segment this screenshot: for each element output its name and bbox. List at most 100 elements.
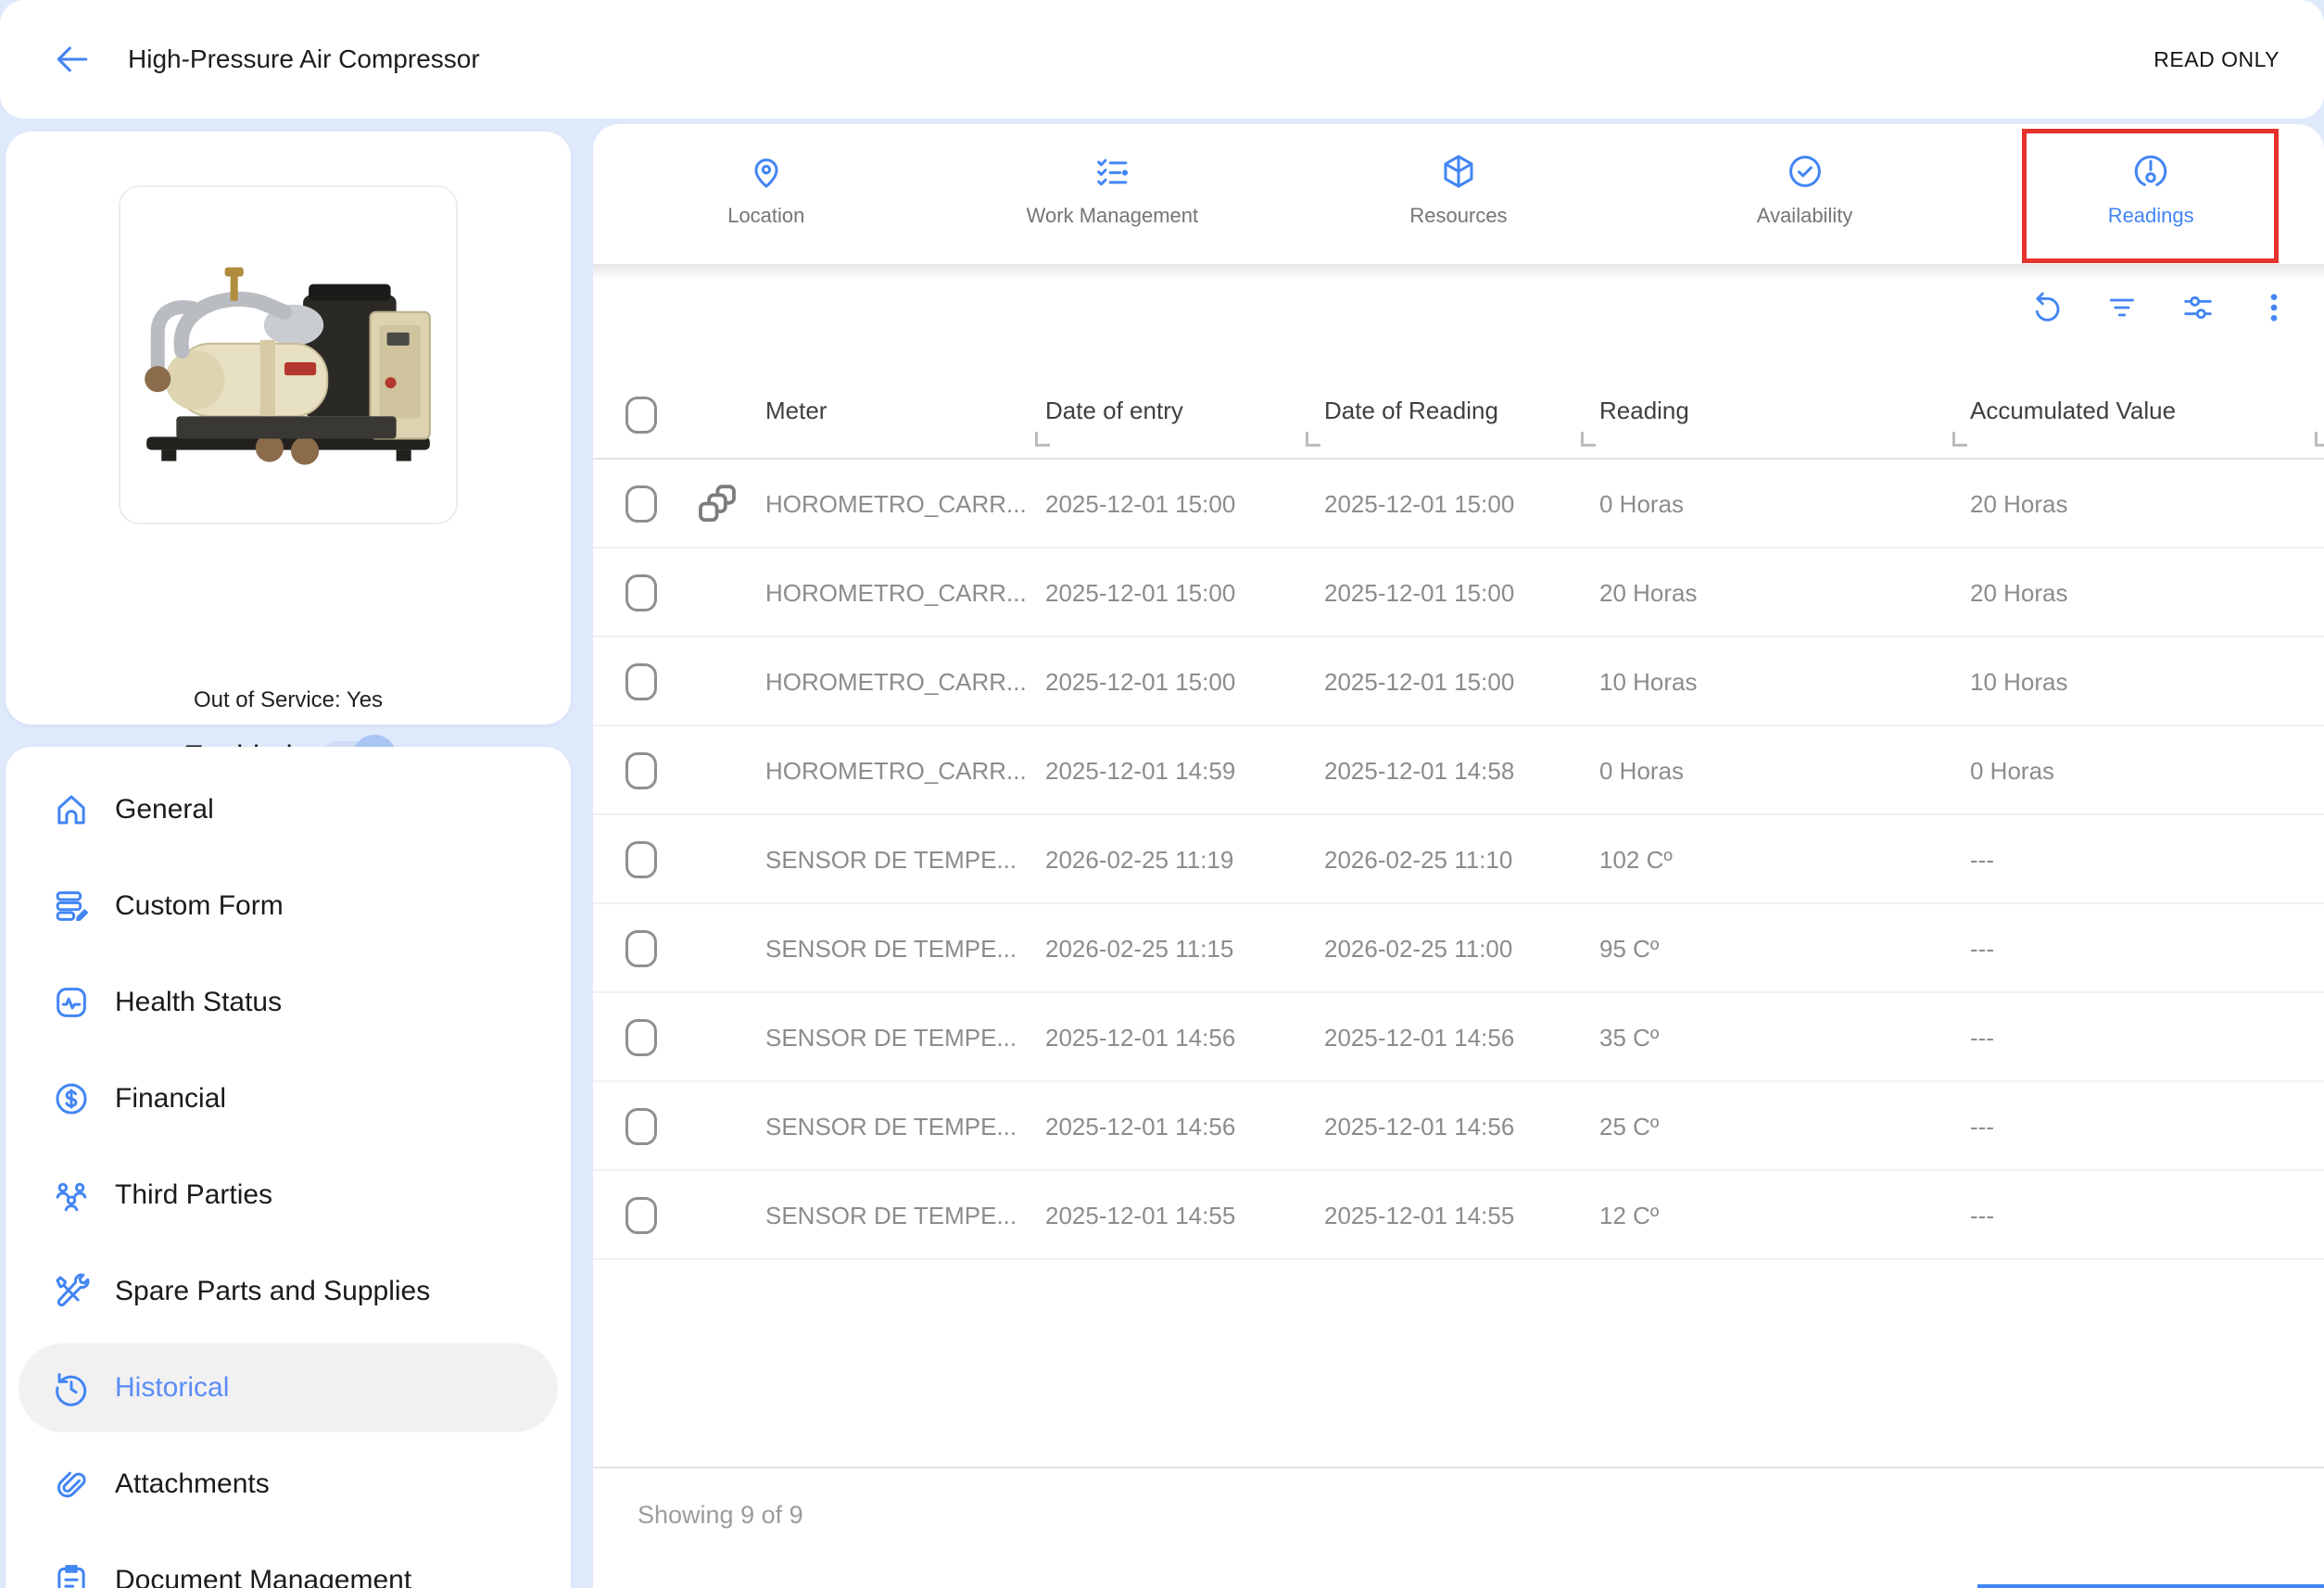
column-header-accumulated-value[interactable]: Accumulated Value bbox=[1970, 371, 2176, 460]
column-resize-handle[interactable] bbox=[1952, 432, 1967, 447]
cell-accumulated-value: 0 Horas bbox=[1970, 726, 2054, 815]
row-checkbox[interactable] bbox=[625, 1108, 657, 1145]
cell-date-of-reading: 2025-12-01 15:00 bbox=[1324, 460, 1514, 548]
column-header-meter[interactable]: Meter bbox=[765, 371, 827, 460]
app: High-Pressure Air Compressor READ ONLY bbox=[0, 0, 2324, 1588]
tab-label: Availability bbox=[1757, 204, 1853, 228]
sidebar-item-label: Document Management bbox=[115, 1565, 411, 1588]
back-button[interactable] bbox=[52, 39, 93, 80]
financial-icon bbox=[52, 1079, 91, 1118]
sidebar-item-health-status[interactable]: Health Status bbox=[19, 958, 558, 1047]
cell-date-of-entry: 2025-12-01 14:55 bbox=[1045, 1171, 1235, 1260]
table-row[interactable]: HOROMETRO_CARR...2025-12-01 14:592025-12… bbox=[593, 726, 2324, 815]
row-checkbox[interactable] bbox=[625, 574, 657, 611]
tab-location[interactable]: Location bbox=[593, 124, 940, 264]
row-checkbox[interactable] bbox=[625, 930, 657, 967]
column-resize-handle[interactable] bbox=[1306, 432, 1320, 447]
row-checkbox[interactable] bbox=[625, 1019, 657, 1056]
cell-accumulated-value: --- bbox=[1970, 904, 1994, 993]
location-pin-icon bbox=[747, 152, 786, 191]
sidebar-item-financial[interactable]: Financial bbox=[19, 1054, 558, 1143]
cell-date-of-reading: 2025-12-01 15:00 bbox=[1324, 637, 1514, 726]
sidebar-item-label: General bbox=[115, 794, 214, 826]
cell-meter: HOROMETRO_CARR... bbox=[765, 637, 1027, 726]
column-resize-handle[interactable] bbox=[2315, 432, 2324, 447]
tab-resources[interactable]: Resources bbox=[1285, 124, 1632, 264]
column-header-date-of-reading[interactable]: Date of Reading bbox=[1324, 371, 1498, 460]
table-row[interactable]: SENSOR DE TEMPE...2026-02-25 11:192026-0… bbox=[593, 815, 2324, 904]
active-tab-underline bbox=[1977, 1584, 2324, 1588]
sidebar-item-label: Custom Form bbox=[115, 890, 284, 922]
filter-button[interactable] bbox=[2103, 289, 2141, 326]
row-checkbox[interactable] bbox=[625, 841, 657, 878]
cell-meter: SENSOR DE TEMPE... bbox=[765, 1171, 1017, 1260]
health-status-icon bbox=[52, 983, 91, 1022]
refresh-button[interactable] bbox=[2027, 289, 2065, 326]
cell-accumulated-value: 20 Horas bbox=[1970, 548, 2068, 637]
cell-date-of-reading: 2026-02-25 11:00 bbox=[1324, 904, 1512, 993]
cell-accumulated-value: --- bbox=[1970, 815, 1994, 904]
table-header: Meter Date of entry Date of Reading Reading… bbox=[593, 371, 2324, 460]
cell-date-of-reading: 2025-12-01 14:56 bbox=[1324, 993, 1514, 1082]
cell-meter: HOROMETRO_CARR... bbox=[765, 726, 1027, 815]
cell-meter: HOROMETRO_CARR... bbox=[765, 548, 1027, 637]
cell-reading: 20 Horas bbox=[1599, 548, 1698, 637]
sidebar-item-custom-form[interactable]: Custom Form bbox=[19, 862, 558, 951]
cell-reading: 10 Horas bbox=[1599, 637, 1698, 726]
arrow-left-icon bbox=[52, 39, 93, 80]
cube-icon bbox=[1439, 152, 1478, 191]
table-row[interactable]: HOROMETRO_CARR...2025-12-01 15:002025-12… bbox=[593, 460, 2324, 548]
table-row[interactable]: SENSOR DE TEMPE...2025-12-01 14:562025-1… bbox=[593, 1082, 2324, 1171]
tab-strip-shadow bbox=[593, 266, 2324, 281]
asset-image bbox=[120, 187, 456, 523]
tab-availability[interactable]: Availability bbox=[1632, 124, 1978, 264]
tab-label: Readings bbox=[2108, 204, 2194, 228]
cell-accumulated-value: --- bbox=[1970, 993, 1994, 1082]
table-row[interactable]: SENSOR DE TEMPE...2026-02-25 11:152026-0… bbox=[593, 904, 2324, 993]
top-bar: High-Pressure Air Compressor READ ONLY bbox=[0, 0, 2324, 119]
tab-readings[interactable]: Readings bbox=[1977, 124, 2324, 264]
table-row[interactable]: SENSOR DE TEMPE...2025-12-01 14:562025-1… bbox=[593, 993, 2324, 1082]
sidebar-card: General Custom Form Health Status Financial… bbox=[6, 747, 571, 1588]
row-checkbox[interactable] bbox=[625, 663, 657, 700]
sliders-button[interactable] bbox=[2179, 289, 2217, 326]
asset-image-frame bbox=[119, 185, 458, 524]
cell-reading: 35 Cº bbox=[1599, 993, 1659, 1082]
row-checkbox[interactable] bbox=[625, 485, 657, 523]
out-of-service-text: Out of Service: Yes bbox=[6, 687, 571, 713]
sidebar-item-attachments[interactable]: Attachments bbox=[19, 1440, 558, 1529]
table-body: HOROMETRO_CARR... 2025-12-01 15:00 2025-12… bbox=[593, 460, 2324, 1260]
column-header-date-of-entry[interactable]: Date of entry bbox=[1045, 371, 1183, 460]
sidebar-item-spare-parts-and-supplies[interactable]: Spare Parts and Supplies bbox=[19, 1247, 558, 1336]
cell-date-of-entry: 2026-02-25 11:19 bbox=[1045, 815, 1233, 904]
asset-card: Out of Service: Yes Enabled bbox=[6, 132, 571, 725]
document-management-icon bbox=[52, 1561, 91, 1588]
table-row[interactable]: HOROMETRO_CARR...2025-12-01 15:002025-12… bbox=[593, 637, 2324, 726]
sidebar-item-third-parties[interactable]: Third Parties bbox=[19, 1151, 558, 1240]
sidebar-item-label: Financial bbox=[115, 1083, 226, 1115]
row-checkbox[interactable] bbox=[625, 752, 657, 789]
table-row[interactable]: HOROMETRO_CARR...2025-12-01 15:002025-12… bbox=[593, 548, 2324, 637]
cell-reading: 25 Cº bbox=[1599, 1082, 1659, 1171]
cell-date-of-reading: 2025-12-01 14:56 bbox=[1324, 1082, 1514, 1171]
table-row[interactable]: SENSOR DE TEMPE...2025-12-01 14:552025-1… bbox=[593, 1171, 2324, 1260]
sidebar-item-general[interactable]: General bbox=[19, 765, 558, 854]
cell-reading: 0 Horas bbox=[1599, 726, 1684, 815]
cell-date-of-entry: 2026-02-25 11:15 bbox=[1045, 904, 1233, 993]
column-resize-handle[interactable] bbox=[1581, 432, 1596, 447]
sidebar-item-label: Third Parties bbox=[115, 1179, 272, 1211]
select-all-checkbox[interactable] bbox=[625, 397, 657, 434]
main-card: Location Work Management Resources Availabi… bbox=[593, 124, 2324, 1588]
cell-accumulated-value: --- bbox=[1970, 1082, 1994, 1171]
linked-meter-icon bbox=[695, 482, 739, 526]
sidebar-item-historical[interactable]: Historical bbox=[19, 1343, 558, 1432]
sidebar-item-label: Spare Parts and Supplies bbox=[115, 1276, 430, 1307]
tab-work-management[interactable]: Work Management bbox=[940, 124, 1286, 264]
sidebar-item-document-management[interactable]: Document Management bbox=[19, 1536, 558, 1588]
read-only-label: READ ONLY bbox=[2153, 0, 2280, 119]
column-header-reading[interactable]: Reading bbox=[1599, 371, 1689, 460]
more-vertical-button[interactable] bbox=[2255, 289, 2292, 326]
tab-label: Work Management bbox=[1027, 204, 1198, 228]
row-checkbox[interactable] bbox=[625, 1197, 657, 1234]
cell-date-of-entry: 2025-12-01 14:59 bbox=[1045, 726, 1235, 815]
